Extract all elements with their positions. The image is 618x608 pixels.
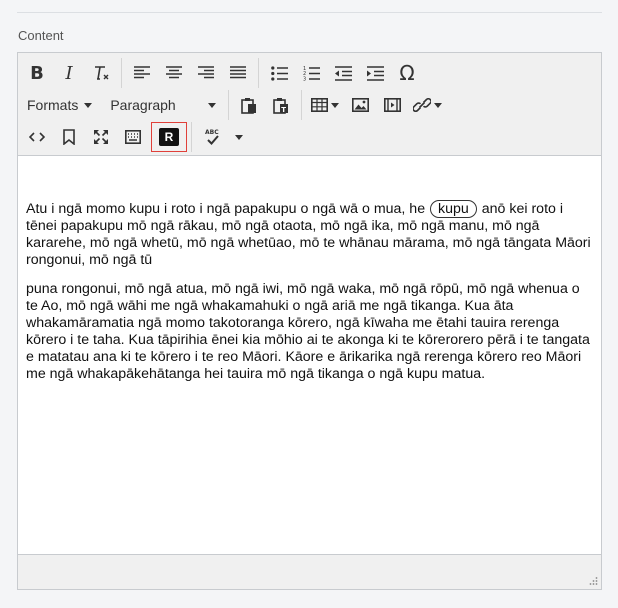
- insert-image-button[interactable]: [344, 91, 376, 119]
- numbered-list-button[interactable]: 123: [295, 59, 327, 87]
- outdent-button[interactable]: [327, 59, 359, 87]
- chevron-down-icon: [235, 134, 243, 140]
- paste-group: T: [229, 90, 303, 120]
- paste-text-button[interactable]: T: [265, 91, 297, 119]
- paragraph-1-text-start: Atu i ngā momo kupu i roto i ngā papakup…: [26, 201, 426, 217]
- r-badge: R: [159, 128, 179, 146]
- field-label: Content: [18, 28, 64, 43]
- editor-content-area[interactable]: Atu i ngā momo kupu i roto i ngā papakup…: [18, 156, 601, 554]
- align-center-button[interactable]: [158, 59, 190, 87]
- block-format-dropdown[interactable]: Paragraph: [100, 91, 224, 119]
- indent-icon: [366, 65, 384, 81]
- spellcheck-icon: ABC: [205, 129, 219, 145]
- source-code-button[interactable]: [21, 123, 53, 151]
- r-plugin-button[interactable]: R: [151, 122, 187, 152]
- omega-icon: Ω: [399, 61, 415, 85]
- block-format-label: Paragraph: [110, 97, 176, 113]
- table-button[interactable]: [306, 91, 344, 119]
- italic-icon: I: [65, 62, 73, 84]
- special-character-button[interactable]: Ω: [391, 59, 423, 87]
- text-style-group: B I: [18, 58, 122, 88]
- svg-text:3: 3: [303, 77, 306, 82]
- chevron-down-icon: [208, 102, 217, 108]
- svg-text:T: T: [282, 106, 287, 114]
- insert-media-button[interactable]: [376, 91, 408, 119]
- highlighted-word[interactable]: kupu: [430, 200, 477, 218]
- bookmark-icon: [63, 129, 75, 145]
- content-paragraph-1: Atu i ngā momo kupu i roto i ngā papakup…: [26, 200, 593, 269]
- align-right-icon: [198, 66, 214, 79]
- rich-text-editor: B I 1 2 3 Ω Formats Paragraph T R ABC At…: [17, 52, 602, 590]
- clear-formatting-button[interactable]: [85, 59, 117, 87]
- toolbar-row-1: B I 1 2 3 Ω: [18, 56, 427, 90]
- link-button[interactable]: [408, 91, 447, 119]
- outdent-icon: [334, 65, 352, 81]
- chevron-down-icon: [84, 102, 93, 108]
- toolbar-row-3: R ABC: [18, 120, 252, 154]
- insert-group: [302, 90, 451, 120]
- content-paragraph-2: puna rongonui, mō ngā atua, mō ngā iwi, …: [26, 281, 590, 382]
- tools-group: R: [18, 122, 192, 152]
- bold-button[interactable]: B: [21, 59, 53, 87]
- paste-text-icon: T: [273, 97, 289, 114]
- paste-icon: [241, 97, 257, 114]
- keyboard-button[interactable]: [117, 123, 149, 151]
- bullet-list-icon: [270, 65, 288, 81]
- table-icon: [311, 98, 329, 112]
- formats-label: Formats: [27, 97, 79, 113]
- align-justify-icon: [230, 66, 246, 79]
- image-icon: [351, 98, 369, 112]
- toolbar-row-2: Formats Paragraph T: [18, 88, 451, 122]
- numbered-list-icon: 123: [303, 66, 320, 82]
- fullscreen-icon: [94, 130, 108, 144]
- indent-button[interactable]: [359, 59, 391, 87]
- formats-dropdown[interactable]: Formats: [18, 91, 100, 119]
- bullet-list-button[interactable]: [263, 59, 295, 87]
- align-right-button[interactable]: [190, 59, 222, 87]
- fullscreen-button[interactable]: [85, 123, 117, 151]
- spellcheck-group: ABC: [192, 122, 252, 152]
- media-icon: [383, 98, 401, 112]
- align-left-button[interactable]: [126, 59, 158, 87]
- paste-button[interactable]: [233, 91, 265, 119]
- alignment-group: [122, 58, 259, 88]
- editor-statusbar: [18, 554, 601, 589]
- clear-formatting-icon: [92, 64, 110, 82]
- format-dropdown-group: Formats Paragraph: [18, 90, 230, 120]
- list-group: 123 Ω: [259, 58, 427, 88]
- align-center-icon: [166, 66, 182, 79]
- align-justify-button[interactable]: [222, 59, 254, 87]
- keyboard-icon: [125, 130, 141, 144]
- chevron-down-icon: [331, 102, 340, 108]
- code-icon: [29, 132, 45, 142]
- spellcheck-button[interactable]: ABC: [200, 123, 248, 151]
- italic-button[interactable]: I: [53, 59, 85, 87]
- bold-icon: B: [30, 62, 44, 84]
- link-icon: [413, 98, 432, 112]
- editor-toolbar: B I 1 2 3 Ω Formats Paragraph T R ABC: [18, 53, 601, 156]
- align-left-icon: [134, 66, 150, 79]
- svg-text:ABC: ABC: [205, 129, 219, 136]
- top-divider: [17, 12, 602, 13]
- resize-handle-icon[interactable]: [588, 576, 598, 586]
- anchor-button[interactable]: [53, 123, 85, 151]
- chevron-down-icon: [434, 102, 443, 108]
